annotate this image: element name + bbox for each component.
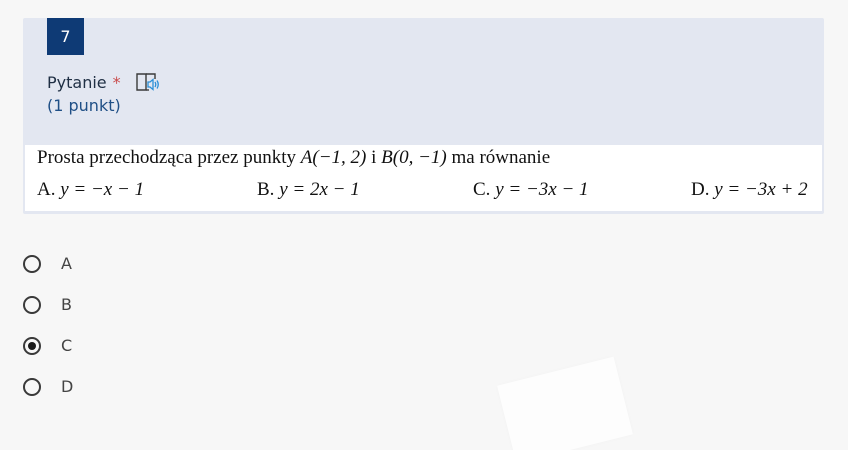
radio-a[interactable] bbox=[23, 254, 41, 273]
question-card: 7 Pytanie * (1 punkt) Prosta przechodząc… bbox=[23, 18, 824, 214]
option-label: A bbox=[61, 254, 72, 273]
immersive-reader-icon[interactable] bbox=[135, 70, 161, 94]
answer-expr: y = 2x − 1 bbox=[279, 179, 360, 200]
answer-c: C. y = −3x − 1 bbox=[473, 179, 589, 201]
answer-options: A B C D bbox=[23, 243, 73, 407]
required-marker: * bbox=[112, 72, 121, 92]
answer-expr: y = −3x + 2 bbox=[714, 179, 808, 200]
answer-a: A. y = −x − 1 bbox=[37, 179, 144, 201]
answer-b: B. y = 2x − 1 bbox=[257, 179, 360, 201]
option-b[interactable]: B bbox=[23, 284, 73, 325]
point-b: B(0, −1) bbox=[381, 147, 447, 168]
option-d[interactable]: D bbox=[23, 366, 73, 407]
option-c[interactable]: C bbox=[23, 325, 73, 366]
radio-b[interactable] bbox=[23, 295, 41, 314]
radio-d[interactable] bbox=[23, 377, 41, 396]
answer-letter: A. bbox=[37, 179, 56, 200]
option-a[interactable]: A bbox=[23, 243, 73, 284]
question-text-conj: i bbox=[366, 147, 382, 168]
question-header: Pytanie * bbox=[47, 70, 161, 94]
question-text: Prosta przechodząca przez punkty A(−1, 2… bbox=[37, 147, 550, 169]
option-label: B bbox=[61, 295, 72, 314]
question-content-image: Prosta przechodząca przez punkty A(−1, 2… bbox=[25, 145, 822, 211]
answer-letter: D. bbox=[691, 179, 710, 200]
question-text-suffix: ma równanie bbox=[446, 147, 551, 168]
point-a: A(−1, 2) bbox=[300, 147, 367, 168]
question-label: Pytanie bbox=[47, 72, 107, 92]
radio-c[interactable] bbox=[23, 336, 41, 355]
question-points: (1 punkt) bbox=[47, 96, 121, 115]
answer-expr: y = −3x − 1 bbox=[495, 179, 589, 200]
question-number: 7 bbox=[47, 18, 84, 55]
question-text-prefix: Prosta przechodząca przez punkty bbox=[37, 147, 301, 168]
option-label: D bbox=[61, 377, 74, 396]
answer-letter: C. bbox=[473, 179, 491, 200]
answer-letter: B. bbox=[257, 179, 275, 200]
option-label: C bbox=[61, 336, 73, 355]
faded-watermark bbox=[497, 356, 633, 450]
answer-d: D. y = −3x + 2 bbox=[691, 179, 808, 201]
answer-expr: y = −x − 1 bbox=[60, 179, 145, 200]
